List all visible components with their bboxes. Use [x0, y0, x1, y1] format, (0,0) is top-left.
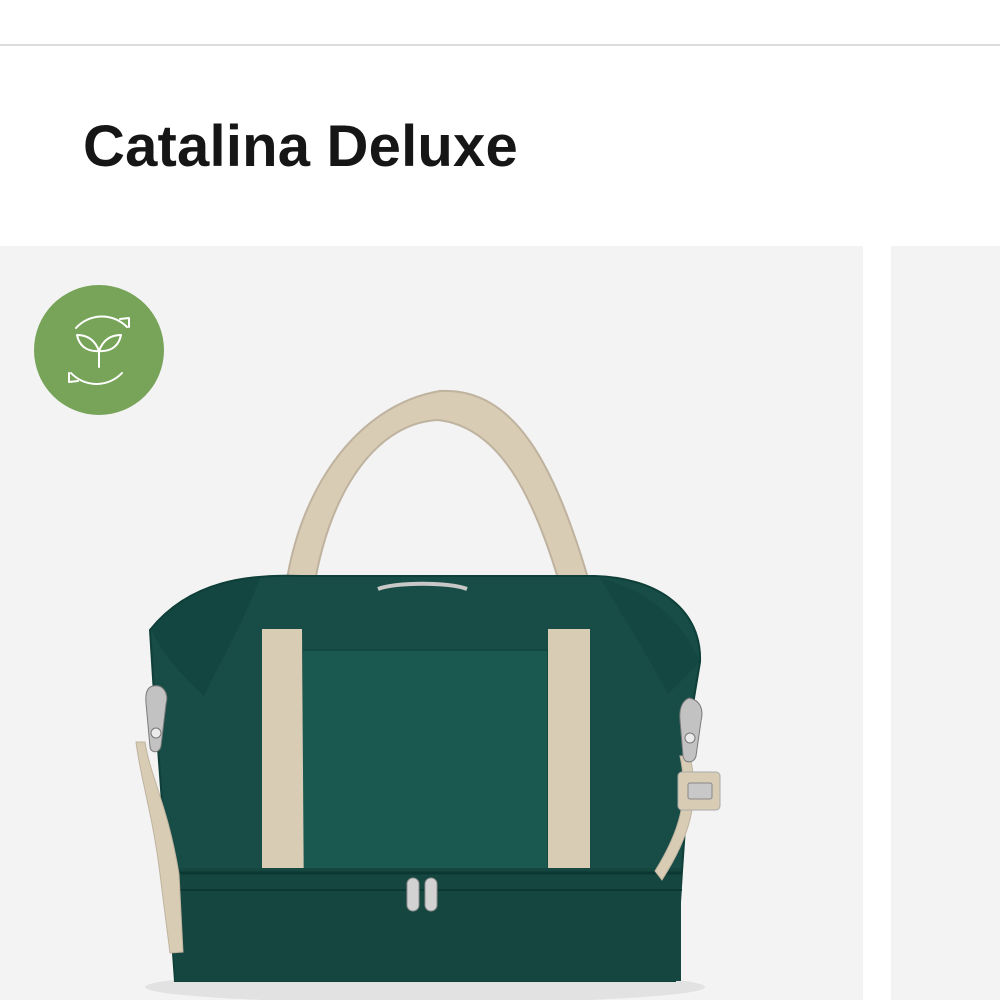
- eco-badge: [34, 285, 164, 415]
- product-page: Catalina Deluxe: [0, 0, 1000, 1000]
- sustainable-leaf-icon: [68, 315, 130, 386]
- product-title: Catalina Deluxe: [83, 114, 518, 179]
- top-navigation-bar: [0, 0, 1000, 46]
- next-product-image[interactable]: [891, 246, 1000, 1000]
